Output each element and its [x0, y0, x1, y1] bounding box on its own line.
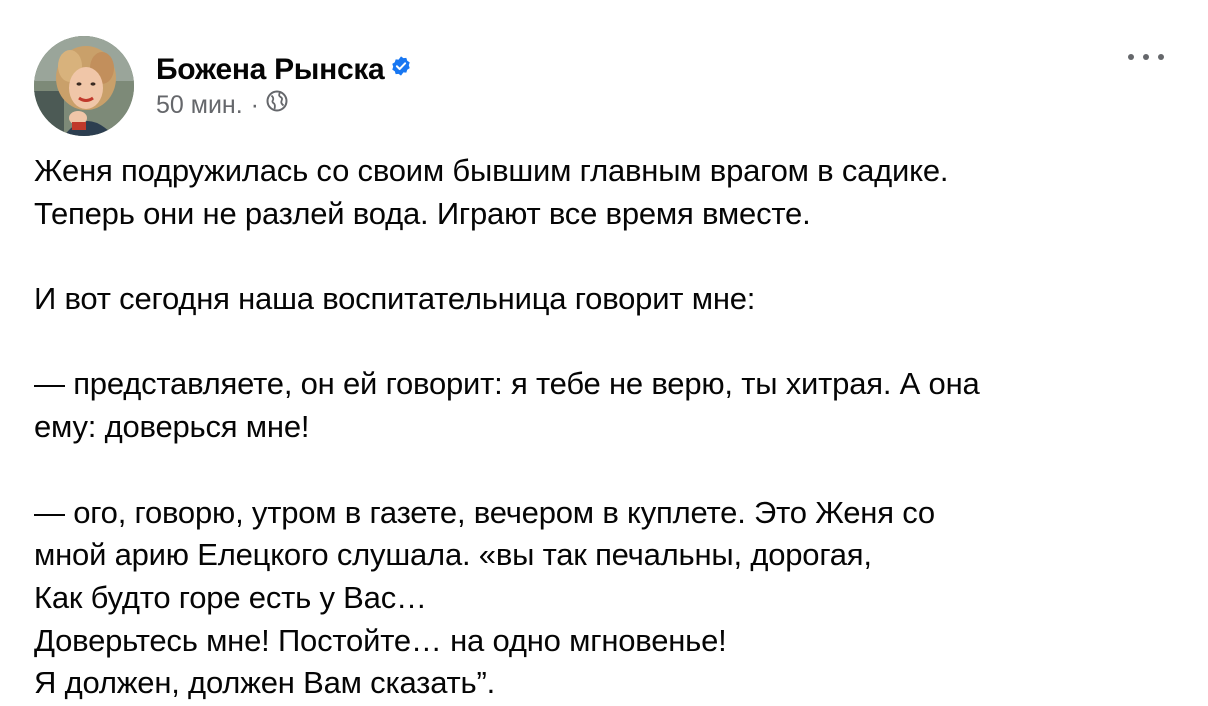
author-name[interactable]: Божена Рынска: [156, 53, 385, 86]
post-meta: 50 мин. ·: [156, 90, 289, 122]
verified-badge-icon: [390, 50, 412, 86]
globe-icon[interactable]: [265, 89, 289, 120]
avatar-photo: [34, 36, 134, 136]
more-options-icon[interactable]: [1126, 40, 1166, 70]
post-timestamp[interactable]: 50 мин.: [156, 91, 243, 119]
post-line: — ого, говорю, утром в газете, вечером в…: [34, 494, 935, 530]
post-line: ему: доверься мне!: [34, 409, 310, 445]
post-line: Доверьтесь мне! Постойте… на одно мгнове…: [34, 622, 727, 658]
post-line: Женя подружилась со своим бывшим главным…: [34, 153, 949, 188]
facebook-post: Божена Рынска 50 мин. · Женя подружилась …: [0, 0, 1208, 706]
post-line: мной арию Елецкого слушала. «вы так печа…: [34, 537, 872, 573]
post-line: Как будто горе есть у Вас…: [34, 579, 427, 615]
post-line: Я должен, должен Вам сказать”.: [34, 665, 496, 701]
post-line: И вот сегодня наша воспитательница говор…: [34, 281, 756, 317]
meta-separator: ·: [250, 91, 259, 119]
post-line: — представляете, он ей говорит: я тебе н…: [34, 366, 980, 402]
post-text: Женя подружилась со своим бывшим главным…: [34, 150, 1184, 705]
author-name-row: Божена Рынска: [156, 52, 412, 89]
author-avatar[interactable]: [34, 36, 134, 136]
post-line: Теперь они не разлей вода. Играют все вр…: [34, 195, 811, 231]
